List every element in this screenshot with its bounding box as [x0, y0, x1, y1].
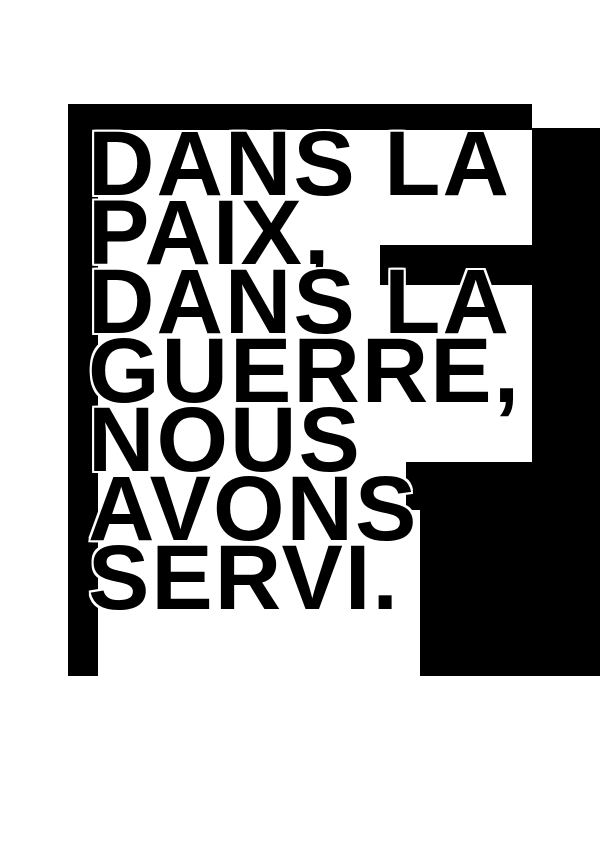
slogan-line-7: SERVI. — [87, 527, 400, 629]
letter-f-foot-base — [430, 610, 600, 676]
poster: DANS LA PAIX, DANS LA GUERRE, NOUS AVONS… — [0, 0, 600, 849]
slogan-text: DANS LA PAIX, DANS LA GUERRE, NOUS AVONS… — [87, 117, 558, 629]
